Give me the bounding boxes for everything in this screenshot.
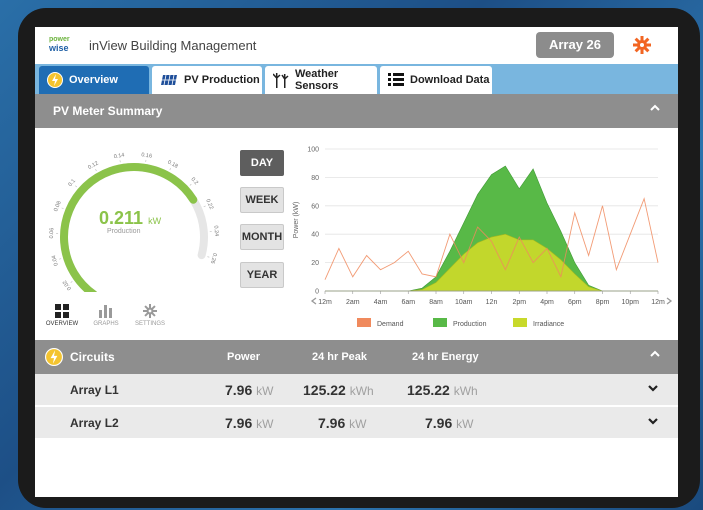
circuit-name: Array L2	[70, 416, 119, 430]
bar-chart-icon	[99, 305, 112, 318]
y-tick-label: 40	[311, 232, 319, 239]
circuit-name: Array L1	[70, 383, 119, 397]
circuit-row-array-l2[interactable]: Array L2 7.96 kW 7.96 kW 7.96 kW	[35, 407, 678, 440]
gauge-tick-label: 0.14	[113, 152, 125, 160]
tab-bar: Overview PV Production Weather Sensors D…	[35, 64, 678, 94]
x-tick-label: 6am	[401, 299, 415, 306]
chevron-up-icon[interactable]	[650, 349, 660, 359]
column-energy: 24 hr Energy	[412, 351, 479, 363]
legend-label: Production	[453, 321, 487, 328]
lightning-icon	[47, 72, 63, 88]
x-tick-label: 10am	[455, 299, 473, 306]
gauge-tick	[189, 183, 192, 186]
gauge-tick-label: 0.22	[204, 198, 214, 210]
gauge-tick-label: 0.12	[87, 160, 99, 171]
chevron-down-icon[interactable]	[648, 418, 658, 426]
circuit-power: 7.96 kW	[225, 382, 274, 398]
x-tick-label: 12m	[651, 299, 665, 306]
legend-label: Demand	[377, 321, 404, 328]
range-week-button[interactable]: WEEK	[240, 187, 284, 213]
chevron-down-icon[interactable]	[648, 385, 658, 393]
x-tick-label: 8pm	[596, 299, 610, 306]
y-tick-label: 80	[311, 175, 319, 182]
circuit-power: 7.96 kW	[225, 415, 274, 431]
column-peak: 24 hr Peak	[312, 351, 368, 363]
x-tick-label: 12m	[318, 299, 332, 306]
gauge-value: 0.211 kW	[99, 208, 162, 228]
app-title: inView Building Management	[89, 38, 257, 53]
power-chart: 0 20 40 60 80 100 Power (kW) 12m 2am 4am 6am 8am 10a…	[293, 147, 673, 328]
legend-swatch	[433, 318, 447, 327]
gauge-tick-label: 0.08	[53, 200, 63, 212]
top-bar: power wise inView Building Management Ar…	[35, 27, 678, 64]
gauge-tick-label: 0.04	[51, 254, 60, 266]
app-screen: power wise inView Building Management Ar…	[35, 27, 678, 497]
chevron-up-icon[interactable]	[650, 103, 660, 113]
x-tick-label: 2am	[346, 299, 360, 306]
lightning-icon	[45, 348, 63, 369]
range-year-button[interactable]: YEAR	[240, 262, 284, 288]
x-tick-label: 8am	[429, 299, 443, 306]
x-tick-label: 12n	[486, 299, 498, 306]
gauge-tick-label: 0.26	[209, 252, 218, 264]
x-tick-label: 4am	[374, 299, 388, 306]
gauge-tick	[70, 281, 73, 283]
gauge-tick	[95, 169, 97, 172]
powerwise-logo: power wise	[49, 36, 70, 53]
y-tick-label: 20	[311, 260, 319, 267]
circuits-header[interactable]: Circuits Power 24 hr Peak 24 hr Energy	[35, 340, 678, 374]
tab-weather-sensors[interactable]: Weather Sensors	[265, 66, 377, 94]
mini-nav-settings[interactable]: SETTINGS	[127, 304, 173, 327]
legend-swatch	[513, 318, 527, 327]
legend-label: Irradiance	[533, 321, 564, 328]
gauge-tick-label: 0.24	[212, 225, 219, 236]
circuit-row-array-l1[interactable]: Array L1 7.96 kW 125.22 kWh 125.22 kWh	[35, 374, 678, 407]
gear-icon	[143, 304, 157, 318]
gauge-tick	[203, 205, 206, 208]
gauge-tick	[59, 258, 62, 260]
gauge-tick-label: 0.1	[67, 178, 77, 188]
tab-download-data[interactable]: Download Data	[380, 66, 492, 94]
gauge-tick	[61, 207, 64, 209]
x-tick-label: 2pm	[512, 299, 526, 306]
x-tick-label: 6pm	[568, 299, 582, 306]
chevron-left-icon[interactable]	[310, 297, 317, 305]
circuit-energy: 125.22 kWh	[407, 382, 478, 398]
tab-overview[interactable]: Overview	[39, 66, 149, 94]
grid-icon	[55, 304, 69, 318]
array-selector-button[interactable]: Array 26	[536, 32, 614, 58]
gauge-tick-label: 0.02	[62, 279, 73, 291]
circuit-peak: 125.22 kWh	[303, 382, 374, 398]
x-tick-label: 4pm	[540, 299, 554, 306]
range-month-button[interactable]: MONTH	[240, 224, 284, 250]
circuit-energy: 7.96 kW	[425, 415, 474, 431]
chevron-right-icon[interactable]	[666, 297, 673, 305]
y-tick-label: 100	[307, 147, 319, 154]
gauge-label: Production	[107, 228, 141, 235]
gauge-tick	[75, 185, 77, 188]
wind-turbine-icon	[273, 72, 289, 88]
x-tick-label: 10pm	[621, 299, 639, 306]
legend-swatch	[357, 318, 371, 327]
settings-gear-icon[interactable]	[631, 34, 653, 56]
y-tick-label: 0	[315, 289, 319, 296]
gauge-tick	[207, 256, 210, 258]
list-icon	[388, 73, 404, 87]
y-axis-label: Power (kW)	[293, 202, 300, 239]
solar-panel-icon	[160, 74, 178, 86]
mini-nav-graphs[interactable]: GRAPHS	[83, 304, 129, 327]
circuit-peak: 7.96 kW	[318, 415, 367, 431]
gauge-tick	[169, 168, 171, 171]
tab-pv-production[interactable]: PV Production	[152, 66, 262, 94]
gauge-tick-label: 0.16	[141, 152, 153, 160]
y-tick-label: 60	[311, 203, 319, 210]
mini-nav-overview[interactable]: OVERVIEW	[39, 304, 85, 327]
pv-meter-summary-header[interactable]: PV Meter Summary	[35, 94, 678, 128]
gauge-tick-label: 0.06	[49, 228, 55, 239]
gauge-tick-label: 0.18	[166, 159, 178, 169]
section-title: PV Meter Summary	[53, 104, 163, 118]
range-day-button[interactable]: DAY	[240, 150, 284, 176]
circuits-title: Circuits	[70, 350, 115, 364]
column-power: Power	[227, 351, 261, 363]
